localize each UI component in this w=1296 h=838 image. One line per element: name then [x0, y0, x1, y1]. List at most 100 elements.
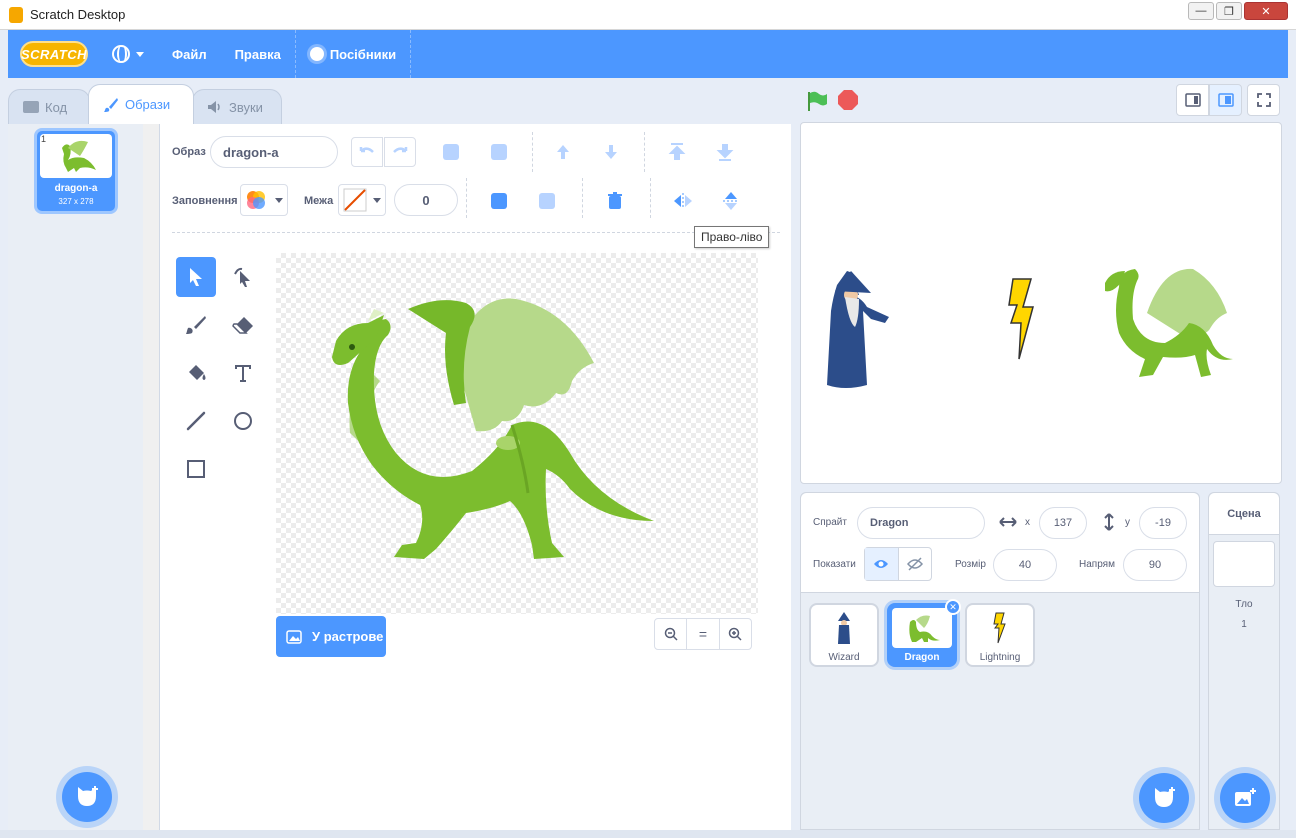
caret-down-icon: [373, 197, 381, 203]
undo-button[interactable]: [351, 137, 383, 167]
convert-to-bitmap-button[interactable]: У растрове: [276, 616, 386, 657]
language-menu[interactable]: [98, 30, 158, 78]
undo-icon: [359, 147, 374, 153]
toolbar-divider: [466, 178, 467, 218]
outline-width-input[interactable]: 0: [394, 184, 458, 216]
toolbar-divider: [644, 132, 645, 172]
flip-horizontal-icon: [674, 193, 692, 209]
costume-name-label: Образ: [172, 146, 206, 158]
maximize-button[interactable]: ❐: [1216, 2, 1242, 20]
forward-button[interactable]: [548, 137, 578, 167]
fill-tool[interactable]: [176, 353, 216, 393]
small-stage-button[interactable]: [1176, 84, 1209, 116]
fill-color-picker[interactable]: [240, 184, 288, 216]
stage-thumbnail[interactable]: [1213, 541, 1275, 587]
back-button[interactable]: [710, 137, 740, 167]
minimize-button[interactable]: —: [1188, 2, 1214, 20]
zoom-in-icon: [729, 627, 742, 641]
eye-hidden-icon: [906, 557, 923, 571]
green-flag-button[interactable]: [806, 90, 828, 117]
fill-swatch-icon: [247, 191, 265, 209]
tab-code[interactable]: Код: [8, 89, 90, 124]
sprite-thumbnail: [892, 608, 952, 648]
backward-button[interactable]: [596, 137, 626, 167]
paste-icon: [539, 193, 555, 209]
stage[interactable]: [800, 122, 1282, 484]
outline-color-picker[interactable]: [338, 184, 386, 216]
flip-horizontal-button[interactable]: [668, 186, 698, 216]
text-icon: [235, 365, 251, 382]
toolbar-separator: [172, 232, 780, 233]
outline-label: Межа: [304, 195, 334, 207]
scratch-logo[interactable]: SCRATCH: [20, 41, 88, 67]
sprite-tile-dragon[interactable]: ✕ Dragon: [887, 599, 961, 667]
arrow-cursor-icon: [190, 268, 202, 286]
speaker-icon: [208, 101, 220, 113]
menu-tutorials[interactable]: Посібники: [296, 30, 410, 78]
stop-button[interactable]: [838, 90, 858, 110]
zoom-in-button[interactable]: [720, 619, 751, 649]
menu-file[interactable]: Файл: [158, 30, 221, 78]
y-input[interactable]: -19: [1139, 507, 1187, 539]
tutorials-label: Посібники: [329, 46, 397, 62]
convert-to-bitmap-label: У растрове: [312, 629, 384, 644]
hide-button[interactable]: [899, 548, 932, 580]
menu-edit[interactable]: Правка: [221, 30, 295, 78]
code-icon: [23, 101, 39, 113]
copy-button[interactable]: [484, 186, 514, 216]
ungroup-icon: [491, 144, 507, 160]
zoom-reset-button[interactable]: =: [687, 619, 720, 649]
sprite-label: Спрайт: [813, 517, 847, 528]
x-arrows-icon: [999, 517, 1017, 527]
brush-tool[interactable]: [176, 305, 216, 345]
line-tool[interactable]: [176, 401, 216, 441]
backdrop-label: Тло: [1235, 599, 1253, 610]
choose-sprite-button[interactable]: [1139, 773, 1189, 823]
reshape-tool[interactable]: [223, 257, 263, 297]
tab-sounds[interactable]: Звуки: [192, 89, 282, 124]
sprite-tile-lightning[interactable]: Lightning: [965, 603, 1035, 667]
circle-tool[interactable]: [223, 401, 263, 441]
sprite-tile-wizard[interactable]: Wizard: [809, 603, 879, 667]
menu-divider: [410, 30, 412, 78]
fullscreen-button[interactable]: [1247, 84, 1280, 116]
costume-name-input[interactable]: dragon-a: [210, 136, 338, 168]
direction-input[interactable]: 90: [1123, 549, 1187, 581]
paint-canvas[interactable]: [276, 253, 758, 614]
redo-button[interactable]: [384, 137, 416, 167]
normal-stage-button[interactable]: [1209, 84, 1242, 116]
cat-add-icon: [78, 786, 98, 806]
size-input[interactable]: 40: [993, 549, 1057, 581]
size-label: Розмір: [955, 559, 986, 570]
image-icon: [286, 629, 302, 644]
front-button[interactable]: [662, 137, 692, 167]
paint-bucket-icon: [189, 365, 206, 380]
costume-list-scrollbar[interactable]: [143, 124, 159, 830]
close-button[interactable]: ✕: [1244, 2, 1288, 20]
show-button[interactable]: [865, 548, 899, 580]
stage-size-controls: [1176, 84, 1280, 116]
flip-vertical-button[interactable]: [716, 186, 746, 216]
zoom-out-button[interactable]: [655, 619, 688, 649]
rectangle-tool[interactable]: [176, 449, 216, 489]
costume-list: 1 dragon-a 327 x 278: [8, 124, 160, 830]
eraser-tool[interactable]: [223, 305, 263, 345]
sprite-name-input[interactable]: Dragon: [857, 507, 985, 539]
wizard-sprite: [827, 271, 889, 388]
copy-icon: [491, 193, 507, 209]
group-button[interactable]: [436, 137, 466, 167]
globe-icon: [112, 45, 130, 63]
ungroup-button[interactable]: [484, 137, 514, 167]
delete-sprite-button[interactable]: ✕: [945, 599, 961, 615]
toolbar-divider: [650, 178, 651, 218]
choose-backdrop-button[interactable]: [1220, 773, 1270, 823]
x-input[interactable]: 137: [1039, 507, 1087, 539]
delete-button[interactable]: [600, 186, 630, 216]
x-label: x: [1025, 517, 1030, 528]
choose-costume-button[interactable]: [62, 772, 112, 822]
select-tool[interactable]: [176, 257, 216, 297]
tab-costumes[interactable]: Образи: [88, 84, 194, 124]
paste-button[interactable]: [532, 186, 562, 216]
text-tool[interactable]: [223, 353, 263, 393]
costume-item[interactable]: 1 dragon-a 327 x 278: [34, 128, 118, 214]
